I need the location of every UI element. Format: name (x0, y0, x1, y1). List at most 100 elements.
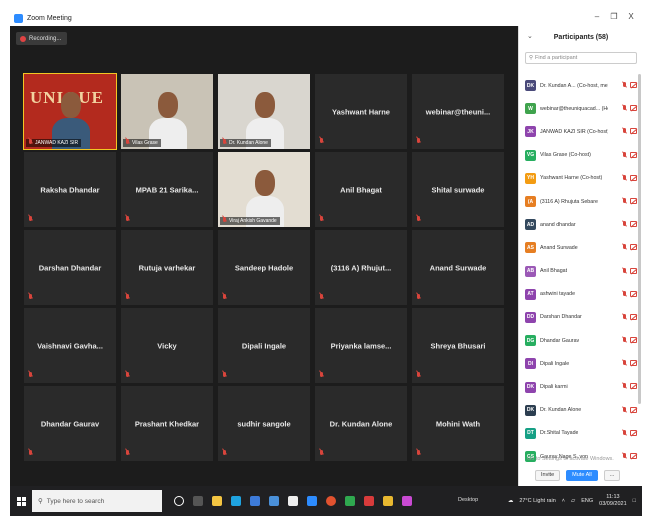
participant-tile[interactable]: Dhandar Gaurav (24, 386, 116, 461)
cortana-icon[interactable] (174, 496, 184, 506)
participant-tile[interactable]: MPAB 21 Sarika... (121, 152, 213, 227)
activate-windows-watermark: Go to Settings to activate Windows. (527, 456, 614, 462)
zoom-taskbar-icon[interactable] (307, 496, 317, 506)
participant-list-item[interactable]: DG Dhandar Gaurav (519, 329, 642, 352)
whatsapp-icon[interactable] (345, 496, 355, 506)
taskbar-search-input[interactable]: ⚲ Type here to search (32, 490, 162, 512)
mail-icon[interactable] (269, 496, 279, 506)
app-icon[interactable] (383, 496, 393, 506)
participant-name: Raksha Dhandar (40, 185, 100, 194)
minimize-button[interactable]: – (590, 12, 604, 21)
participant-tile[interactable]: Anand Surwade (412, 230, 504, 305)
participant-list-item[interactable]: DD Darshan Dhandar (519, 306, 642, 329)
participant-list-item[interactable]: DI Dipali Ingale (519, 352, 642, 375)
participant-tile[interactable]: Shreya Bhusari (412, 308, 504, 383)
participant-list-item[interactable]: DK Dipali karmi (519, 375, 642, 398)
participant-tile[interactable]: Priyanka lamse... (315, 308, 407, 383)
participant-name: MPAB 21 Sarika... (135, 185, 199, 194)
participant-list-item[interactable]: Wwebinar@theuniquacad... (Host) (519, 97, 642, 120)
participant-list-item[interactable]: AS Anand Surwade (519, 236, 642, 259)
participant-search-input[interactable]: ⚲ Find a participant (525, 52, 637, 64)
participant-list-item[interactable]: DK Dr. Kundan A... (Co-host, me) (519, 74, 642, 97)
participant-tile[interactable]: Sandeep Hadole (218, 230, 310, 305)
avatar: DD (525, 311, 536, 323)
edge-icon[interactable] (231, 496, 241, 506)
mute-all-button[interactable]: Mute All (566, 469, 598, 481)
participant-tile[interactable]: Darshan Dhandar (24, 230, 116, 305)
more-options-button[interactable]: ... (603, 469, 621, 481)
close-button[interactable]: X (624, 12, 638, 21)
participant-tile[interactable]: Dr. Kundan Alone (218, 74, 310, 149)
app-icon[interactable] (364, 496, 374, 506)
participant-tile[interactable]: Shital surwade (412, 152, 504, 227)
app-icon[interactable] (402, 496, 412, 506)
participant-list-item[interactable]: YH Yashwant Harne (Co-host) (519, 167, 642, 190)
participant-tile[interactable]: sudhir sangole (218, 386, 310, 461)
video-off-icon (630, 337, 637, 344)
participant-tile[interactable]: Dr. Kundan Alone (315, 386, 407, 461)
participant-list-item[interactable]: JK JANWAD KAZI SIR (Co-host) (519, 120, 642, 143)
mic-muted-icon (622, 151, 627, 159)
restore-button[interactable]: ❐ (607, 12, 621, 21)
participant-list-item[interactable]: DT Dr.Shital Tayade (519, 422, 642, 445)
language-indicator[interactable]: ENG (581, 498, 593, 504)
desktop-toolbar-label[interactable]: Desktop (458, 497, 478, 503)
avatar: YH (525, 172, 536, 184)
chrome-icon[interactable] (326, 496, 336, 506)
participant-tile[interactable]: Mohini Wath (412, 386, 504, 461)
participant-tile[interactable]: Rutuja varhekar (121, 230, 213, 305)
participant-list-item[interactable]: AB Anil Bhagat (519, 260, 642, 283)
video-off-icon (630, 197, 637, 204)
participant-status-icons (622, 337, 637, 344)
participant-list-item[interactable]: AD anand dhandar (519, 213, 642, 236)
taskbar-clock[interactable]: 11:13 03/09/2021 (599, 494, 627, 508)
video-off-icon (630, 313, 637, 320)
invite-button[interactable]: Invite (535, 469, 561, 481)
mic-muted-icon (125, 372, 130, 379)
participant-list-item[interactable]: DK Dr. Kundan Alone (519, 399, 642, 422)
notification-icon[interactable]: □ (633, 498, 636, 504)
mic-muted-icon (125, 294, 130, 301)
task-view-icon[interactable] (193, 496, 203, 506)
tray-chevron-icon[interactable]: ˄ (562, 498, 565, 504)
participant-list-item[interactable]: (A (3116 A) Rhujuta Sebare (519, 190, 642, 213)
participant-status-icons (622, 82, 637, 89)
participant-status-icons (622, 406, 637, 414)
participant-tile[interactable]: Yashwant Harne (315, 74, 407, 149)
participant-list-item[interactable]: VG Vilas Grase (Co-host) (519, 144, 642, 167)
participant-tile[interactable]: Raksha Dhandar (24, 152, 116, 227)
participant-tile[interactable]: Prashant Khedkar (121, 386, 213, 461)
participant-tile[interactable]: Dipali Ingale (218, 308, 310, 383)
participant-list-name: Vilas Grase (Co-host) (540, 152, 591, 159)
network-icon[interactable]: ▱ (571, 498, 575, 504)
participant-tile[interactable]: (3116 A) Rhujut... (315, 230, 407, 305)
store-icon[interactable] (250, 496, 260, 506)
participant-status-icons (622, 313, 637, 321)
windows-logo-icon (16, 496, 26, 506)
mic-muted-icon (416, 372, 421, 379)
participant-tile[interactable]: Anil Bhagat (315, 152, 407, 227)
start-button[interactable] (10, 486, 32, 516)
participant-tile[interactable]: webinar@theuni... (412, 74, 504, 149)
participant-tile[interactable]: Viraj Ankish Gavande (218, 152, 310, 227)
avatar: DK (525, 381, 536, 393)
participant-list-scrollbar[interactable] (638, 74, 641, 404)
participant-status-icons (622, 360, 637, 367)
recording-indicator[interactable]: Recording... (16, 32, 68, 45)
participant-list-item[interactable]: AT ashwini tayade (519, 283, 642, 306)
chevron-down-icon[interactable]: ⌄ (527, 32, 533, 40)
weather-text[interactable]: 27°C Light rain (519, 498, 555, 504)
participant-status-icons (622, 151, 637, 159)
participant-tile[interactable]: Vicky (121, 308, 213, 383)
participant-status-icons (622, 267, 637, 275)
participant-tile[interactable]: Vilas Grase (121, 74, 213, 149)
participant-tile[interactable]: UNIQUEJANWAD KAZI SIR (23, 73, 117, 150)
participant-tile[interactable]: Vaishnavi Gavha... (24, 308, 116, 383)
participants-footer: Invite Mute All ... (519, 464, 642, 486)
participant-name: webinar@theuni... (425, 107, 491, 116)
file-explorer-icon[interactable] (212, 496, 222, 506)
mic-muted-icon (28, 139, 33, 146)
notepad-icon[interactable] (288, 496, 298, 506)
participant-name: Vaishnavi Gavha... (37, 341, 103, 350)
mic-muted-icon (28, 216, 33, 223)
